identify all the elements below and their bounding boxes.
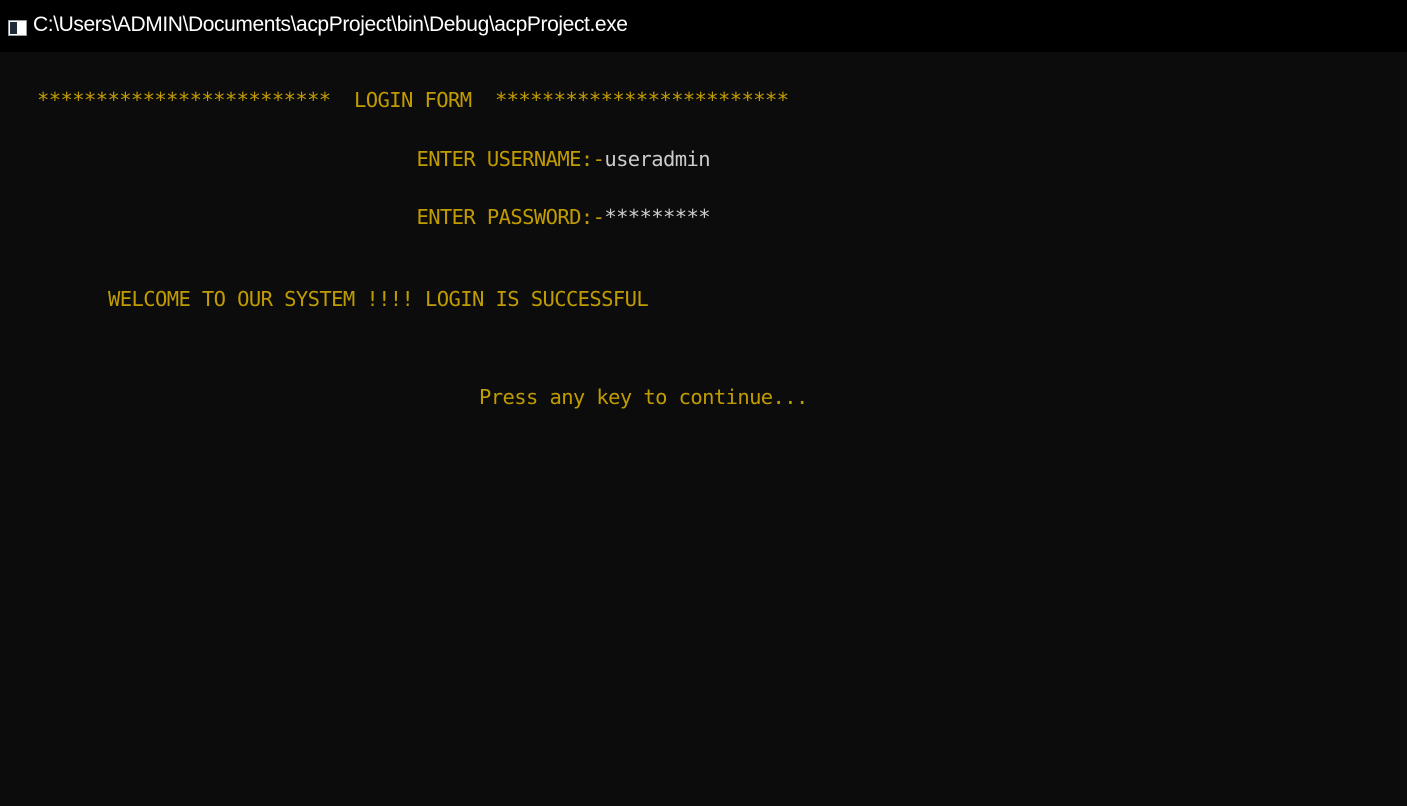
window-title: C:\Users\ADMIN\Documents\acpProject\bin\…	[33, 13, 628, 36]
username-value: useradmin	[604, 146, 711, 171]
login-form-header: ************************* LOGIN FORM ***…	[37, 88, 789, 112]
console-app-icon	[8, 20, 27, 36]
title-bar[interactable]: C:\Users\ADMIN\Documents\acpProject\bin\…	[0, 0, 1407, 52]
welcome-message: WELCOME TO OUR SYSTEM !!!! LOGIN IS SUCC…	[108, 287, 649, 311]
continue-prompt: Press any key to continue...	[479, 385, 808, 409]
password-prompt: ENTER PASSWORD:-	[416, 204, 605, 229]
password-value: *********	[604, 204, 711, 229]
username-prompt: ENTER USERNAME:-	[416, 146, 605, 171]
password-line: ENTER PASSWORD:-*********	[346, 186, 710, 248]
username-line: ENTER USERNAME:-useradmin	[346, 128, 710, 190]
console-output[interactable]: ************************* LOGIN FORM ***…	[0, 52, 1407, 806]
console-window: C:\Users\ADMIN\Documents\acpProject\bin\…	[0, 0, 1407, 806]
